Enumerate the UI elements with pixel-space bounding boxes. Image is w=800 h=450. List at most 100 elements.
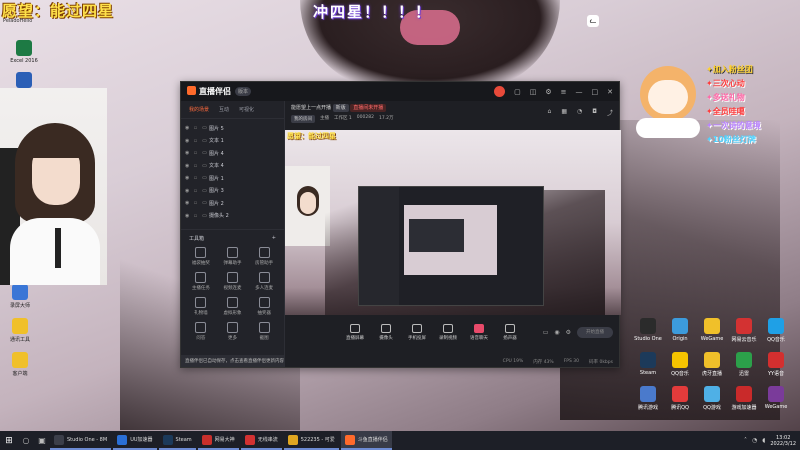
camera-toggle-icon[interactable]: ▭	[543, 329, 549, 336]
lock-icon[interactable]: ▫	[191, 200, 200, 206]
tool-icon	[258, 247, 270, 258]
layer-row[interactable]: ◉ ▫ ▭ 文本 4	[181, 160, 284, 173]
desktop-icon[interactable]: Steam	[630, 352, 666, 376]
tool-button[interactable]: 主播任务	[185, 272, 217, 291]
desktop-icon[interactable]: YY语音	[758, 352, 794, 377]
desktop-icon[interactable]: QQ音乐	[758, 318, 794, 343]
layout-icon[interactable]: ▦	[561, 108, 567, 115]
go-live-button[interactable]: 开始直播	[577, 326, 613, 338]
desktop-icon-label: 迅雷	[738, 371, 749, 377]
clock[interactable]: 13:02 2022/3/12	[770, 435, 796, 447]
taskbar-app[interactable]: Studio One - 8M	[50, 431, 112, 450]
desktop-icon[interactable]: Origin	[662, 318, 698, 342]
network-icon[interactable]: ◔	[752, 437, 757, 444]
windows-start-icon[interactable]: ⊞	[0, 431, 18, 450]
taskbar-app[interactable]: Steam	[158, 431, 196, 450]
taskbar-app[interactable]: 网易大神	[197, 431, 239, 450]
app-titlebar[interactable]: 直播伴侣 版本 ▢ ◫ ⚙ ≡ — □ ✕	[181, 82, 619, 101]
desktop-icon[interactable]: 腾讯游戏	[630, 386, 666, 411]
lock-icon[interactable]: ▫	[191, 125, 200, 131]
tray-chevron-icon[interactable]: ˄	[744, 437, 747, 444]
desktop-icon[interactable]: 迅雷	[726, 352, 762, 377]
tool-button[interactable]: 弹幕助手	[217, 247, 249, 266]
tool-button[interactable]: 更多	[217, 322, 249, 341]
tool-button[interactable]: 房管助手	[248, 247, 280, 266]
user-avatar[interactable]	[494, 86, 506, 97]
tool-button[interactable]: 视频连麦	[217, 272, 249, 291]
settings-icon[interactable]: ⚙	[545, 88, 551, 96]
layer-row[interactable]: ◉ ▫ ▭ 摄像头 2	[181, 210, 284, 223]
tab-visual[interactable]: 可视化	[239, 106, 254, 113]
lock-icon[interactable]: ◘	[592, 108, 597, 115]
room-title[interactable]: 能愿望上一点开播	[291, 105, 331, 111]
desktop-icon[interactable]: QQ音乐	[662, 352, 698, 377]
tool-button[interactable]: 礼物墙	[185, 297, 217, 316]
desktop-icon[interactable]: 腾讯QQ	[662, 386, 698, 411]
message-icon[interactable]: ▢	[514, 88, 521, 96]
update-notice[interactable]: 直播伴侣已自动保存，点击查看直播伴侣更新内容	[181, 355, 284, 367]
tool-button[interactable]: 虚拟形象	[217, 297, 249, 316]
tool-button[interactable]: 抽奖器	[248, 297, 280, 316]
desktop-icon[interactable]: 网易云音乐	[726, 318, 762, 343]
lock-icon[interactable]: ▫	[191, 188, 200, 194]
source-button[interactable]: 直播屏幕	[345, 323, 365, 341]
menu-icon[interactable]: ≡	[561, 88, 567, 96]
tool-button[interactable]: 福袋抽奖	[185, 247, 217, 266]
tool-button[interactable]: 多人连麦	[248, 272, 280, 291]
search-icon[interactable]: ○	[18, 436, 34, 445]
desktop-icon[interactable]: Excel 2016	[6, 40, 42, 64]
tab-scenes[interactable]: 我的场景	[189, 106, 209, 113]
taskbar-app-icon	[287, 434, 298, 445]
layer-row[interactable]: ◉ ▫ ▭ 图片 3	[181, 185, 284, 198]
maximize-icon[interactable]: □	[592, 88, 599, 96]
store-icon[interactable]: ⌂	[548, 108, 552, 115]
lock-icon[interactable]: ▫	[191, 175, 200, 181]
app-logo-icon	[187, 86, 196, 95]
desktop-icon[interactable]: 录屏大师	[2, 284, 38, 309]
tool-button[interactable]: 问答	[185, 322, 217, 341]
desktop-icon[interactable]: 游戏加速器	[726, 386, 762, 411]
task-view-icon[interactable]: ▣	[34, 436, 50, 445]
desktop-icon[interactable]: 通讯工具	[2, 318, 38, 343]
volume-icon[interactable]: ◖	[762, 437, 765, 444]
layer-row[interactable]: ◉ ▫ ▭ 图片 5	[181, 122, 284, 135]
notification-icon[interactable]: ◔	[577, 108, 582, 115]
lock-icon[interactable]: ▫	[191, 138, 200, 144]
mic-toggle-icon[interactable]: ◉	[554, 329, 559, 336]
tool-button[interactable]: 截图	[248, 322, 280, 341]
source-icon	[474, 323, 484, 333]
lock-icon[interactable]: ▫	[191, 213, 200, 219]
layer-row[interactable]: ◉ ▫ ▭ 图片 1	[181, 172, 284, 185]
source-button[interactable]: 扬声器	[500, 323, 520, 341]
stream-preview[interactable]: 愿望：能过四星	[285, 130, 621, 315]
taskbar-app[interactable]: UU加速器	[113, 431, 157, 450]
source-button[interactable]: 录制视频	[438, 323, 458, 341]
desktop-icon[interactable]: Studio One	[630, 318, 666, 342]
streaming-app-window[interactable]: 直播伴侣 版本 ▢ ◫ ⚙ ≡ — □ ✕ 我的场景 互动 可视化 ◉ ▫ ▭ 图片 …	[180, 81, 621, 368]
taskbar-app[interactable]: 无线串流	[240, 431, 282, 450]
tab-interact[interactable]: 互动	[219, 106, 229, 113]
source-button[interactable]: 手机投屏	[407, 323, 427, 341]
gift-icon[interactable]: ◫	[530, 88, 537, 96]
layer-row[interactable]: ◉ ▫ ▭ 图片 4	[181, 147, 284, 160]
layer-row[interactable]: ◉ ▫ ▭ 文本 1	[181, 135, 284, 148]
desktop-icon[interactable]: WeGame	[758, 386, 794, 410]
lock-icon[interactable]: ▫	[191, 163, 200, 169]
share-icon[interactable]: ⤴	[607, 108, 613, 117]
source-button[interactable]: 摄像头	[376, 323, 396, 341]
taskbar-app[interactable]: 522235 - 可爱	[283, 431, 339, 450]
taskbar-app[interactable]: 斗鱼直播伴侣	[340, 431, 392, 450]
desktop-icon[interactable]: QQ游戏	[694, 386, 730, 411]
minimize-icon[interactable]: —	[576, 88, 583, 96]
desktop-icon[interactable]: WeGame	[694, 318, 730, 342]
close-icon[interactable]: ✕	[607, 88, 613, 96]
toolbox-add-button[interactable]: +	[272, 235, 276, 242]
source-button[interactable]: 语音聊天	[469, 323, 489, 341]
tool-label: 福袋抽奖	[191, 261, 210, 266]
layer-row[interactable]: ◉ ▫ ▭ 图片 2	[181, 197, 284, 210]
desktop-icon[interactable]: 客户端	[2, 352, 38, 377]
desktop-icon[interactable]: 虎牙直播	[694, 352, 730, 377]
settings-gear-icon[interactable]: ⚙	[566, 329, 571, 336]
room-meta[interactable]: 我的房间	[291, 115, 315, 123]
lock-icon[interactable]: ▫	[191, 150, 200, 156]
